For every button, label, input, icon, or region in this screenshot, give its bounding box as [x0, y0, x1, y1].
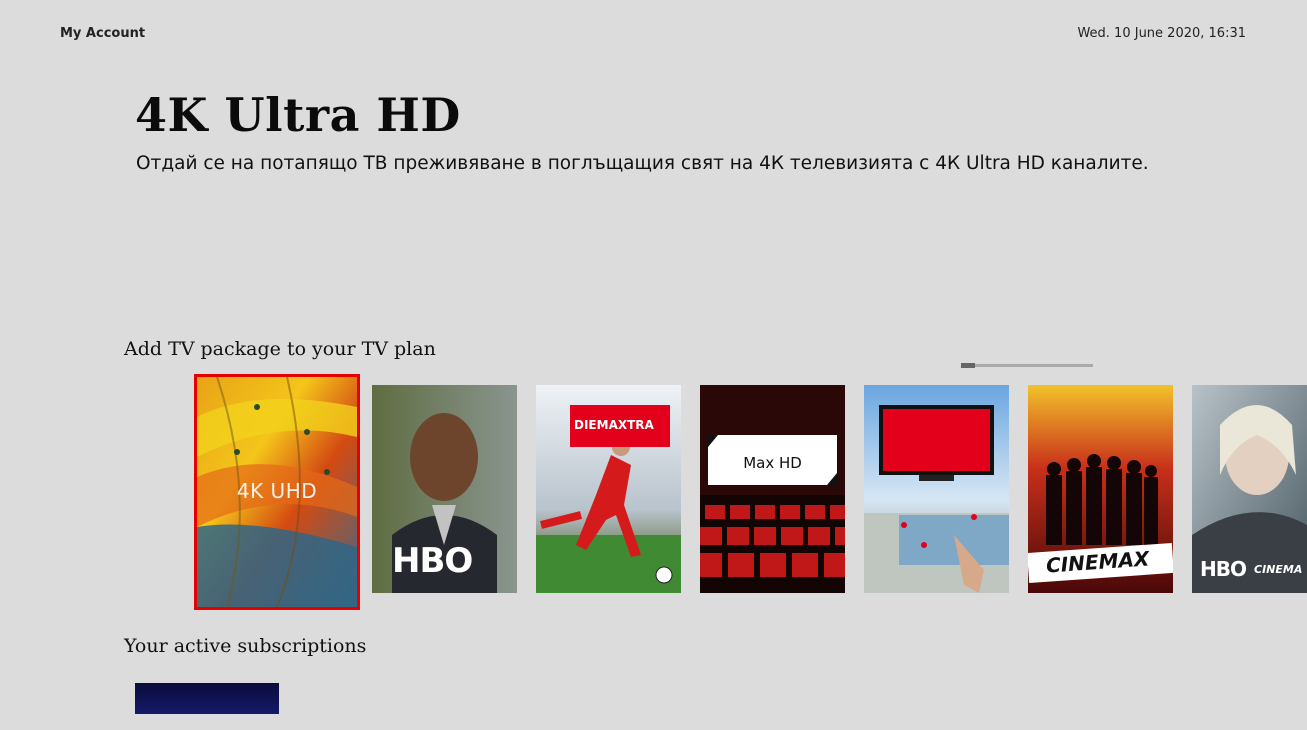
tile-label: Max HD [743, 454, 802, 472]
package-tile-hbo-cinema[interactable]: HBO CINEMA [1192, 385, 1307, 593]
my-account-link[interactable]: My Account [60, 26, 145, 41]
datetime-display: Wed. 10 June 2020, 16:31 [1077, 26, 1246, 41]
cinema-seats-image [700, 385, 845, 593]
tv-screens-image [864, 385, 1009, 593]
carousel-scrollbar[interactable] [961, 363, 1093, 368]
page-title: 4K Ultra HD [135, 88, 461, 142]
football-player-image [536, 385, 681, 593]
package-tile-diemaxtra[interactable]: DIEMAXTRA [536, 385, 681, 593]
package-tile-cinemax[interactable]: CINEMAX [1028, 385, 1173, 593]
tile-label: DIEMAXTRA [574, 418, 654, 432]
package-tile-max-hd[interactable]: Max HD [700, 385, 845, 593]
carousel-scrollbar-thumb[interactable] [961, 363, 975, 368]
package-tile-tv-screens[interactable] [864, 385, 1009, 593]
tile-label: 4K UHD [236, 479, 318, 503]
tile-label: HBO [1200, 557, 1247, 581]
packages-section-title: Add TV package to your TV plan [124, 338, 436, 360]
tile-label: HBO [392, 541, 473, 581]
package-tile-hbo[interactable]: HBO [372, 385, 517, 593]
active-subscription-tile[interactable] [135, 683, 279, 714]
subscriptions-section-title: Your active subscriptions [124, 635, 367, 657]
page-description: Отдай се на потапящо ТВ преживяване в по… [136, 153, 1149, 174]
package-tile-4k-uhd[interactable]: 4K UHD [194, 374, 360, 610]
tile-label-secondary: CINEMA [1254, 563, 1303, 576]
